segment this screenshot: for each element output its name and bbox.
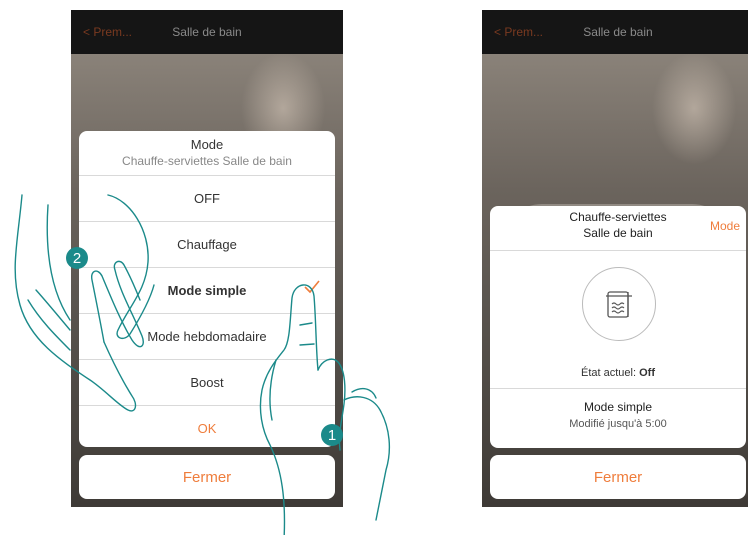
device-name-line1: Chauffe-serviettes (569, 210, 667, 224)
option-mode-hebdomadaire[interactable]: Mode hebdomadaire (79, 314, 335, 360)
device-header: Chauffe-serviettes Salle de bain Mode (490, 206, 746, 251)
close-button[interactable]: Fermer (490, 455, 746, 499)
sheet-subtitle: Chauffe-serviettes Salle de bain (122, 154, 292, 168)
option-label: Mode simple (167, 283, 247, 298)
checkmark-icon (304, 280, 320, 294)
step-badge-1: 1 (321, 424, 343, 446)
device-name: Chauffe-serviettes Salle de bain (490, 206, 746, 241)
top-bar: < Prem... Salle de bain (482, 10, 748, 54)
step-badge-2: 2 (66, 247, 88, 269)
mode-link[interactable]: Mode (710, 219, 740, 233)
option-boost[interactable]: Boost (79, 360, 335, 406)
phone-screen-status: < Prem... Salle de bain Chauffe-serviett… (482, 10, 748, 507)
ok-button[interactable]: OK (79, 406, 335, 451)
close-button[interactable]: Fermer (79, 455, 335, 499)
current-state: État actuel: Off (490, 367, 746, 379)
option-off[interactable]: OFF (79, 176, 335, 222)
device-status-sheet: Chauffe-serviettes Salle de bain Mode Ét… (490, 206, 746, 448)
sheet-header: Mode Chauffe-serviettes Salle de bain (79, 131, 335, 176)
screen-title: Salle de bain (172, 25, 242, 39)
mode-selection-sheet: Mode Chauffe-serviettes Salle de bain OF… (79, 131, 335, 447)
towel-warmer-icon (606, 291, 632, 318)
option-chauffage[interactable]: Chauffage (79, 222, 335, 268)
divider (490, 388, 746, 389)
state-value: Off (639, 367, 655, 379)
device-icon-button[interactable] (582, 267, 656, 341)
state-label: État actuel: (581, 367, 637, 379)
device-name-line2: Salle de bain (583, 226, 653, 240)
screen-title: Salle de bain (583, 25, 653, 39)
top-bar: < Prem... Salle de bain (71, 10, 343, 54)
mode-until-text: Modifié jusqu'à 5:00 (569, 418, 667, 430)
option-mode-simple[interactable]: Mode simple (79, 268, 335, 314)
phone-screen-mode-select: < Prem... Salle de bain Mode Chauffe-ser… (71, 10, 343, 507)
active-mode-name: Mode simple (583, 400, 653, 414)
sheet-title: Mode (190, 137, 224, 152)
